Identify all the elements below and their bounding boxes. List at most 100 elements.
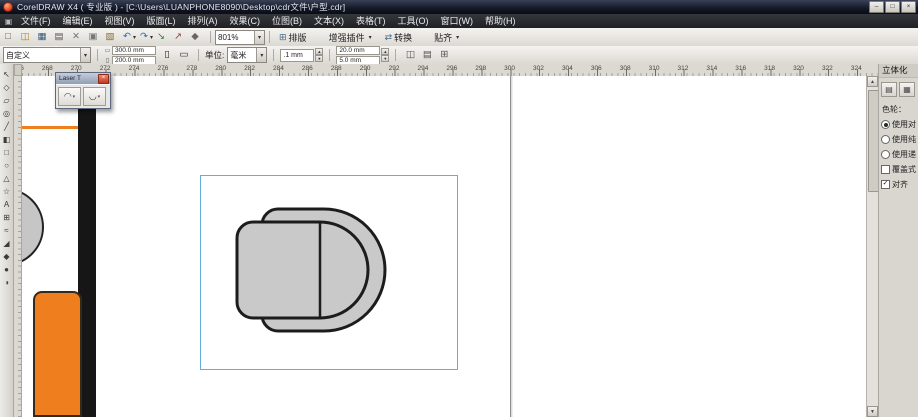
- snap-button[interactable]: 贴齐 ▾: [427, 30, 466, 45]
- duplicate-x-field[interactable]: 20.0 mm: [336, 46, 380, 55]
- portrait-button[interactable]: ▯: [159, 48, 175, 63]
- shape-tool[interactable]: ◇: [1, 82, 13, 93]
- radio-option[interactable]: 使用纯色: [879, 131, 918, 146]
- freehand-tool[interactable]: ╱: [1, 121, 13, 132]
- radio-option[interactable]: 使用递减的颜色: [879, 146, 918, 161]
- checkbox-icon[interactable]: ✓: [881, 180, 890, 189]
- table-tool[interactable]: ⊞: [1, 212, 13, 223]
- smart-fill-tool[interactable]: ◧: [1, 134, 13, 145]
- ruler-origin[interactable]: [14, 64, 22, 76]
- docker-page-icon[interactable]: ▤: [881, 82, 897, 97]
- drawing-canvas[interactable]: [22, 76, 866, 417]
- laser-toolbar-titlebar[interactable]: Laser T ×: [56, 73, 110, 84]
- convert-button[interactable]: ⇄ 转换: [380, 30, 427, 45]
- propbar-grid-icon[interactable]: ▤: [419, 48, 435, 63]
- maximize-button[interactable]: □: [885, 1, 900, 13]
- export-icon[interactable]: ↗: [173, 30, 189, 45]
- close-icon[interactable]: ×: [98, 74, 109, 84]
- eyedropper-tool[interactable]: ◢: [1, 238, 13, 249]
- chevron-down-icon: ▾: [367, 30, 374, 45]
- vertical-ruler[interactable]: [14, 76, 22, 417]
- undo-icon[interactable]: ↶ ▾: [122, 30, 138, 45]
- propbar-draw-icon[interactable]: ⊞: [436, 48, 452, 63]
- checkbox-option[interactable]: ✓ 覆盖式填充: [879, 161, 918, 176]
- laser-tool-2-button[interactable]: ◡ ▾: [83, 87, 106, 106]
- plugins-button[interactable]: 增强插件 ▾: [322, 30, 379, 45]
- chevron-down-icon: [98, 30, 103, 45]
- text-tool[interactable]: A: [1, 199, 13, 210]
- extrude-docker: 立体化 ▤▦ 色轮： 使用对象填充 使用纯色 使用递减的颜色: [878, 64, 918, 417]
- zoom-tool[interactable]: ◎: [1, 108, 13, 119]
- gray-ellipse-object[interactable]: [22, 188, 44, 266]
- ruler-label: 300: [495, 64, 524, 73]
- basic-shapes-tool[interactable]: ☆: [1, 186, 13, 197]
- close-button[interactable]: ×: [901, 1, 916, 13]
- menu-item[interactable]: 排列(A): [182, 14, 224, 28]
- paste-icon[interactable]: ▧: [105, 30, 121, 45]
- nudge-stepper[interactable]: ▲▼: [315, 48, 323, 62]
- menu-item[interactable]: 效果(C): [224, 14, 267, 28]
- radio-icon[interactable]: [881, 120, 890, 129]
- laser-tool-1-button[interactable]: ◠ ▾: [58, 87, 81, 106]
- paper-width-field[interactable]: 300.0 mm: [112, 46, 156, 55]
- landscape-button[interactable]: ▭: [176, 48, 192, 63]
- menu-item[interactable]: 编辑(E): [57, 14, 99, 28]
- layout-button[interactable]: ⊞ 排版: [274, 30, 321, 45]
- docker-list-icon[interactable]: ▦: [899, 82, 915, 97]
- interactive-fill-tool[interactable]: ◑: [1, 277, 13, 288]
- pick-tool[interactable]: ↖: [1, 69, 13, 80]
- units-combo[interactable]: 毫米 ▾: [227, 47, 267, 63]
- menu-item[interactable]: 视图(V): [99, 14, 141, 28]
- import-icon[interactable]: ↘: [156, 30, 172, 45]
- menu-item[interactable]: 文本(X): [308, 14, 350, 28]
- outline-tool[interactable]: ◆: [1, 251, 13, 262]
- checkbox-icon[interactable]: ✓: [881, 165, 890, 174]
- spin-up-icon[interactable]: ▲: [381, 48, 389, 55]
- ruler-label: 294: [408, 64, 437, 73]
- new-document-icon[interactable]: □: [3, 30, 19, 45]
- spin-down-icon[interactable]: ▼: [381, 55, 389, 62]
- door-shape-object[interactable]: [227, 201, 397, 341]
- spin-down-icon[interactable]: ▼: [315, 55, 323, 62]
- menu-item[interactable]: 位图(B): [266, 14, 308, 28]
- blend-tool[interactable]: ≈: [1, 225, 13, 236]
- orange-line-object[interactable]: [22, 126, 78, 129]
- redo-icon[interactable]: ↷ ▾: [139, 30, 155, 45]
- checkbox-option[interactable]: ✓ 对齐: [879, 176, 918, 191]
- ellipse-tool[interactable]: ○: [1, 160, 13, 171]
- menu-item[interactable]: 工具(O): [392, 14, 435, 28]
- zoom-level-combo[interactable]: 801% ▾: [215, 30, 265, 45]
- copy-icon[interactable]: ▣: [88, 30, 104, 45]
- menu-item[interactable]: 文件(F): [15, 14, 57, 28]
- laser-floating-toolbar[interactable]: Laser T × ◠ ▾ ◡ ▾: [55, 72, 111, 109]
- duplicate-stepper[interactable]: ▲▼: [381, 48, 389, 62]
- page-preset-combo[interactable]: 自定义 ▾: [3, 47, 91, 63]
- nudge-field[interactable]: .1 mm: [280, 49, 314, 62]
- crop-tool[interactable]: ▱: [1, 95, 13, 106]
- radio-icon[interactable]: [881, 150, 890, 159]
- spin-up-icon[interactable]: ▲: [315, 48, 323, 55]
- open-icon[interactable]: ◫: [20, 30, 36, 45]
- menu-item[interactable]: 版面(L): [141, 14, 182, 28]
- orange-block-object[interactable]: [33, 291, 82, 417]
- radio-label: 使用纯色: [892, 134, 916, 145]
- cut-icon[interactable]: ✕: [71, 30, 87, 45]
- menu-item[interactable]: 表格(T): [350, 14, 392, 28]
- print-icon[interactable]: ▤: [54, 30, 70, 45]
- fill-tool[interactable]: ●: [1, 264, 13, 275]
- save-icon[interactable]: ▦: [37, 30, 53, 45]
- menu-item[interactable]: 窗口(W): [435, 14, 480, 28]
- chevron-down-icon: ▾: [73, 94, 76, 100]
- rectangle-tool[interactable]: □: [1, 147, 13, 158]
- propbar-options-icon[interactable]: ◫: [402, 48, 418, 63]
- minimize-button[interactable]: –: [869, 1, 884, 13]
- radio-icon[interactable]: [881, 135, 890, 144]
- radio-option[interactable]: 使用对象填充: [879, 116, 918, 131]
- app-launcher-icon[interactable]: ◆: [190, 30, 206, 45]
- separator: [329, 49, 330, 61]
- polygon-tool[interactable]: △: [1, 173, 13, 184]
- menu-item[interactable]: 帮助(H): [479, 14, 522, 28]
- scroll-up-icon[interactable]: ▲: [867, 76, 878, 87]
- vertical-scrollbar[interactable]: ▲ ▼: [866, 76, 878, 417]
- scroll-down-icon[interactable]: ▼: [867, 406, 878, 417]
